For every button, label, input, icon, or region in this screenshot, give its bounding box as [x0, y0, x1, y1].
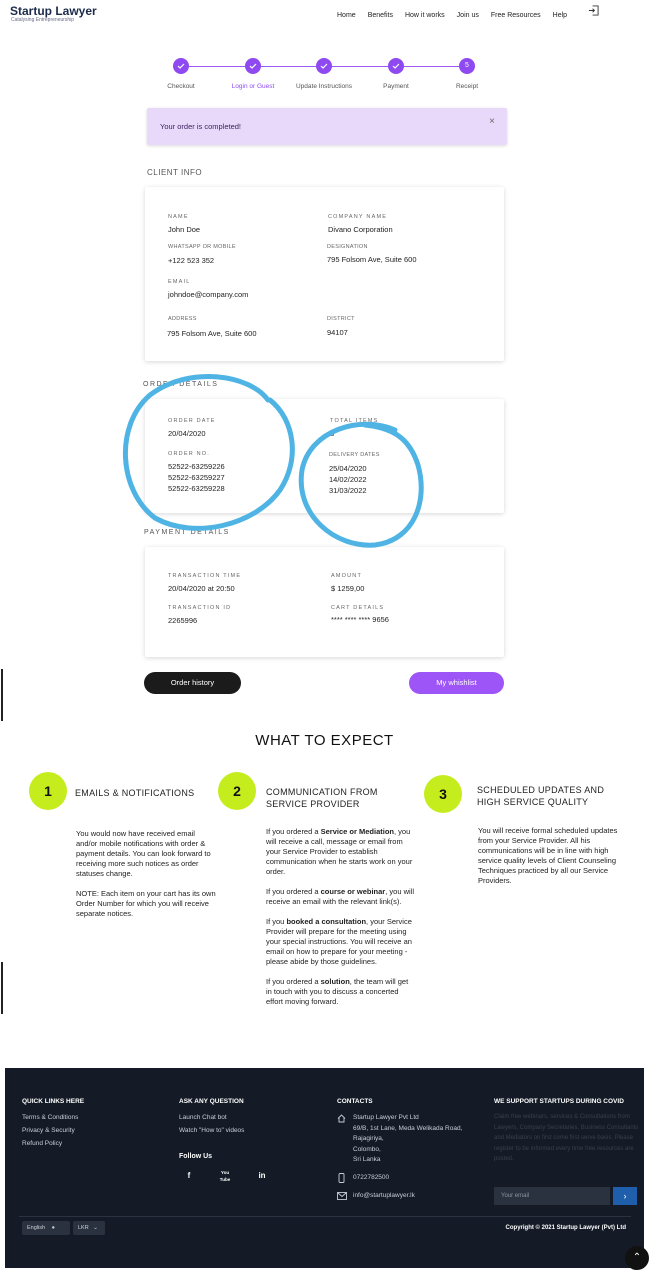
youtube-icon[interactable]: You Tube — [216, 1167, 234, 1185]
contact-phone[interactable]: 0722782500 — [353, 1172, 389, 1185]
home-icon — [337, 1114, 346, 1123]
expect-title-2: COMMUNICATION FROM SERVICE PROVIDER — [266, 787, 378, 809]
copyright-text: Copyright © 2021 Startup Lawyer (Pvt) Lt… — [505, 1225, 626, 1231]
mail-icon — [337, 1192, 347, 1200]
chevron-right-icon[interactable]: › — [613, 1187, 637, 1205]
footer-link-chatbot[interactable]: Launch Chat bot — [179, 1112, 227, 1125]
step-badge-1: 1 — [29, 772, 67, 810]
footer-link-privacy[interactable]: Privacy & Security — [22, 1125, 75, 1138]
expect-paragraph: You would now have received email and/or… — [76, 829, 211, 878]
site-footer: QUICK LINKS HERE Terms & Conditions Priv… — [5, 1068, 644, 1268]
covid-support-title: WE SUPPORT STARTUPS DURING COVID — [494, 1098, 624, 1105]
currency-select[interactable]: LKR ⌄ — [73, 1221, 105, 1235]
expect-text-2: If you ordered a Service or Mediation, y… — [266, 827, 416, 1017]
ask-question-title: ASK ANY QUESTION — [179, 1098, 244, 1105]
expect-text-1: You would now have received email and/or… — [76, 829, 218, 929]
quick-links-title: QUICK LINKS HERE — [22, 1098, 85, 1105]
expect-paragraph: If you ordered a solution, the team will… — [266, 977, 409, 1006]
step-badge-2: 2 — [218, 772, 256, 810]
phone-icon — [338, 1173, 345, 1183]
wishlist-button[interactable]: My whishlist — [409, 672, 504, 694]
language-select[interactable]: English ● — [22, 1221, 70, 1235]
newsletter-email-input[interactable]: Your email — [494, 1187, 610, 1205]
contact-email[interactable]: info@startuplawyer.lk — [353, 1190, 415, 1203]
expect-paragraph: NOTE: Each item on your cart has its own… — [76, 889, 216, 918]
contacts-title: CONTACTS — [337, 1098, 373, 1105]
what-to-expect-title: WHAT TO EXPECT — [255, 732, 394, 749]
expect-paragraph: If you booked a consultation, your Servi… — [266, 917, 412, 966]
covid-support-text: Claim free webinars, services & Consulta… — [494, 1114, 639, 1162]
follow-us-title: Follow Us — [179, 1153, 213, 1160]
footer-divider — [19, 1216, 631, 1217]
expect-title-3: SCHEDULED UPDATES AND HIGH SERVICE QUALI… — [477, 785, 605, 807]
footer-link-videos[interactable]: Watch "How to" videos — [179, 1125, 244, 1138]
left-edge-mark — [1, 669, 3, 721]
expect-title-1: EMAILS & NOTIFICATIONS — [75, 788, 195, 798]
footer-link-terms[interactable]: Terms & Conditions — [22, 1112, 78, 1125]
contact-address: Startup Lawyer Pvt Ltd 69/B, 1st Lane, M… — [353, 1114, 463, 1163]
step-badge-3: 3 — [424, 775, 462, 813]
expect-paragraph: If you ordered a Service or Mediation, y… — [266, 827, 413, 876]
footer-link-refund[interactable]: Refund Policy — [22, 1138, 62, 1151]
left-edge-mark — [1, 962, 3, 1014]
linkedin-icon[interactable]: in — [253, 1167, 271, 1185]
order-history-button[interactable]: Order history — [144, 672, 241, 694]
expect-paragraph: If you ordered a course or webinar, you … — [266, 887, 414, 906]
expect-paragraph: You will receive formal scheduled update… — [478, 826, 618, 885]
scroll-to-top-button[interactable]: ⌃ — [625, 1246, 649, 1270]
expect-text-3: You will receive formal scheduled update… — [478, 826, 628, 896]
facebook-icon[interactable]: f — [180, 1167, 198, 1185]
